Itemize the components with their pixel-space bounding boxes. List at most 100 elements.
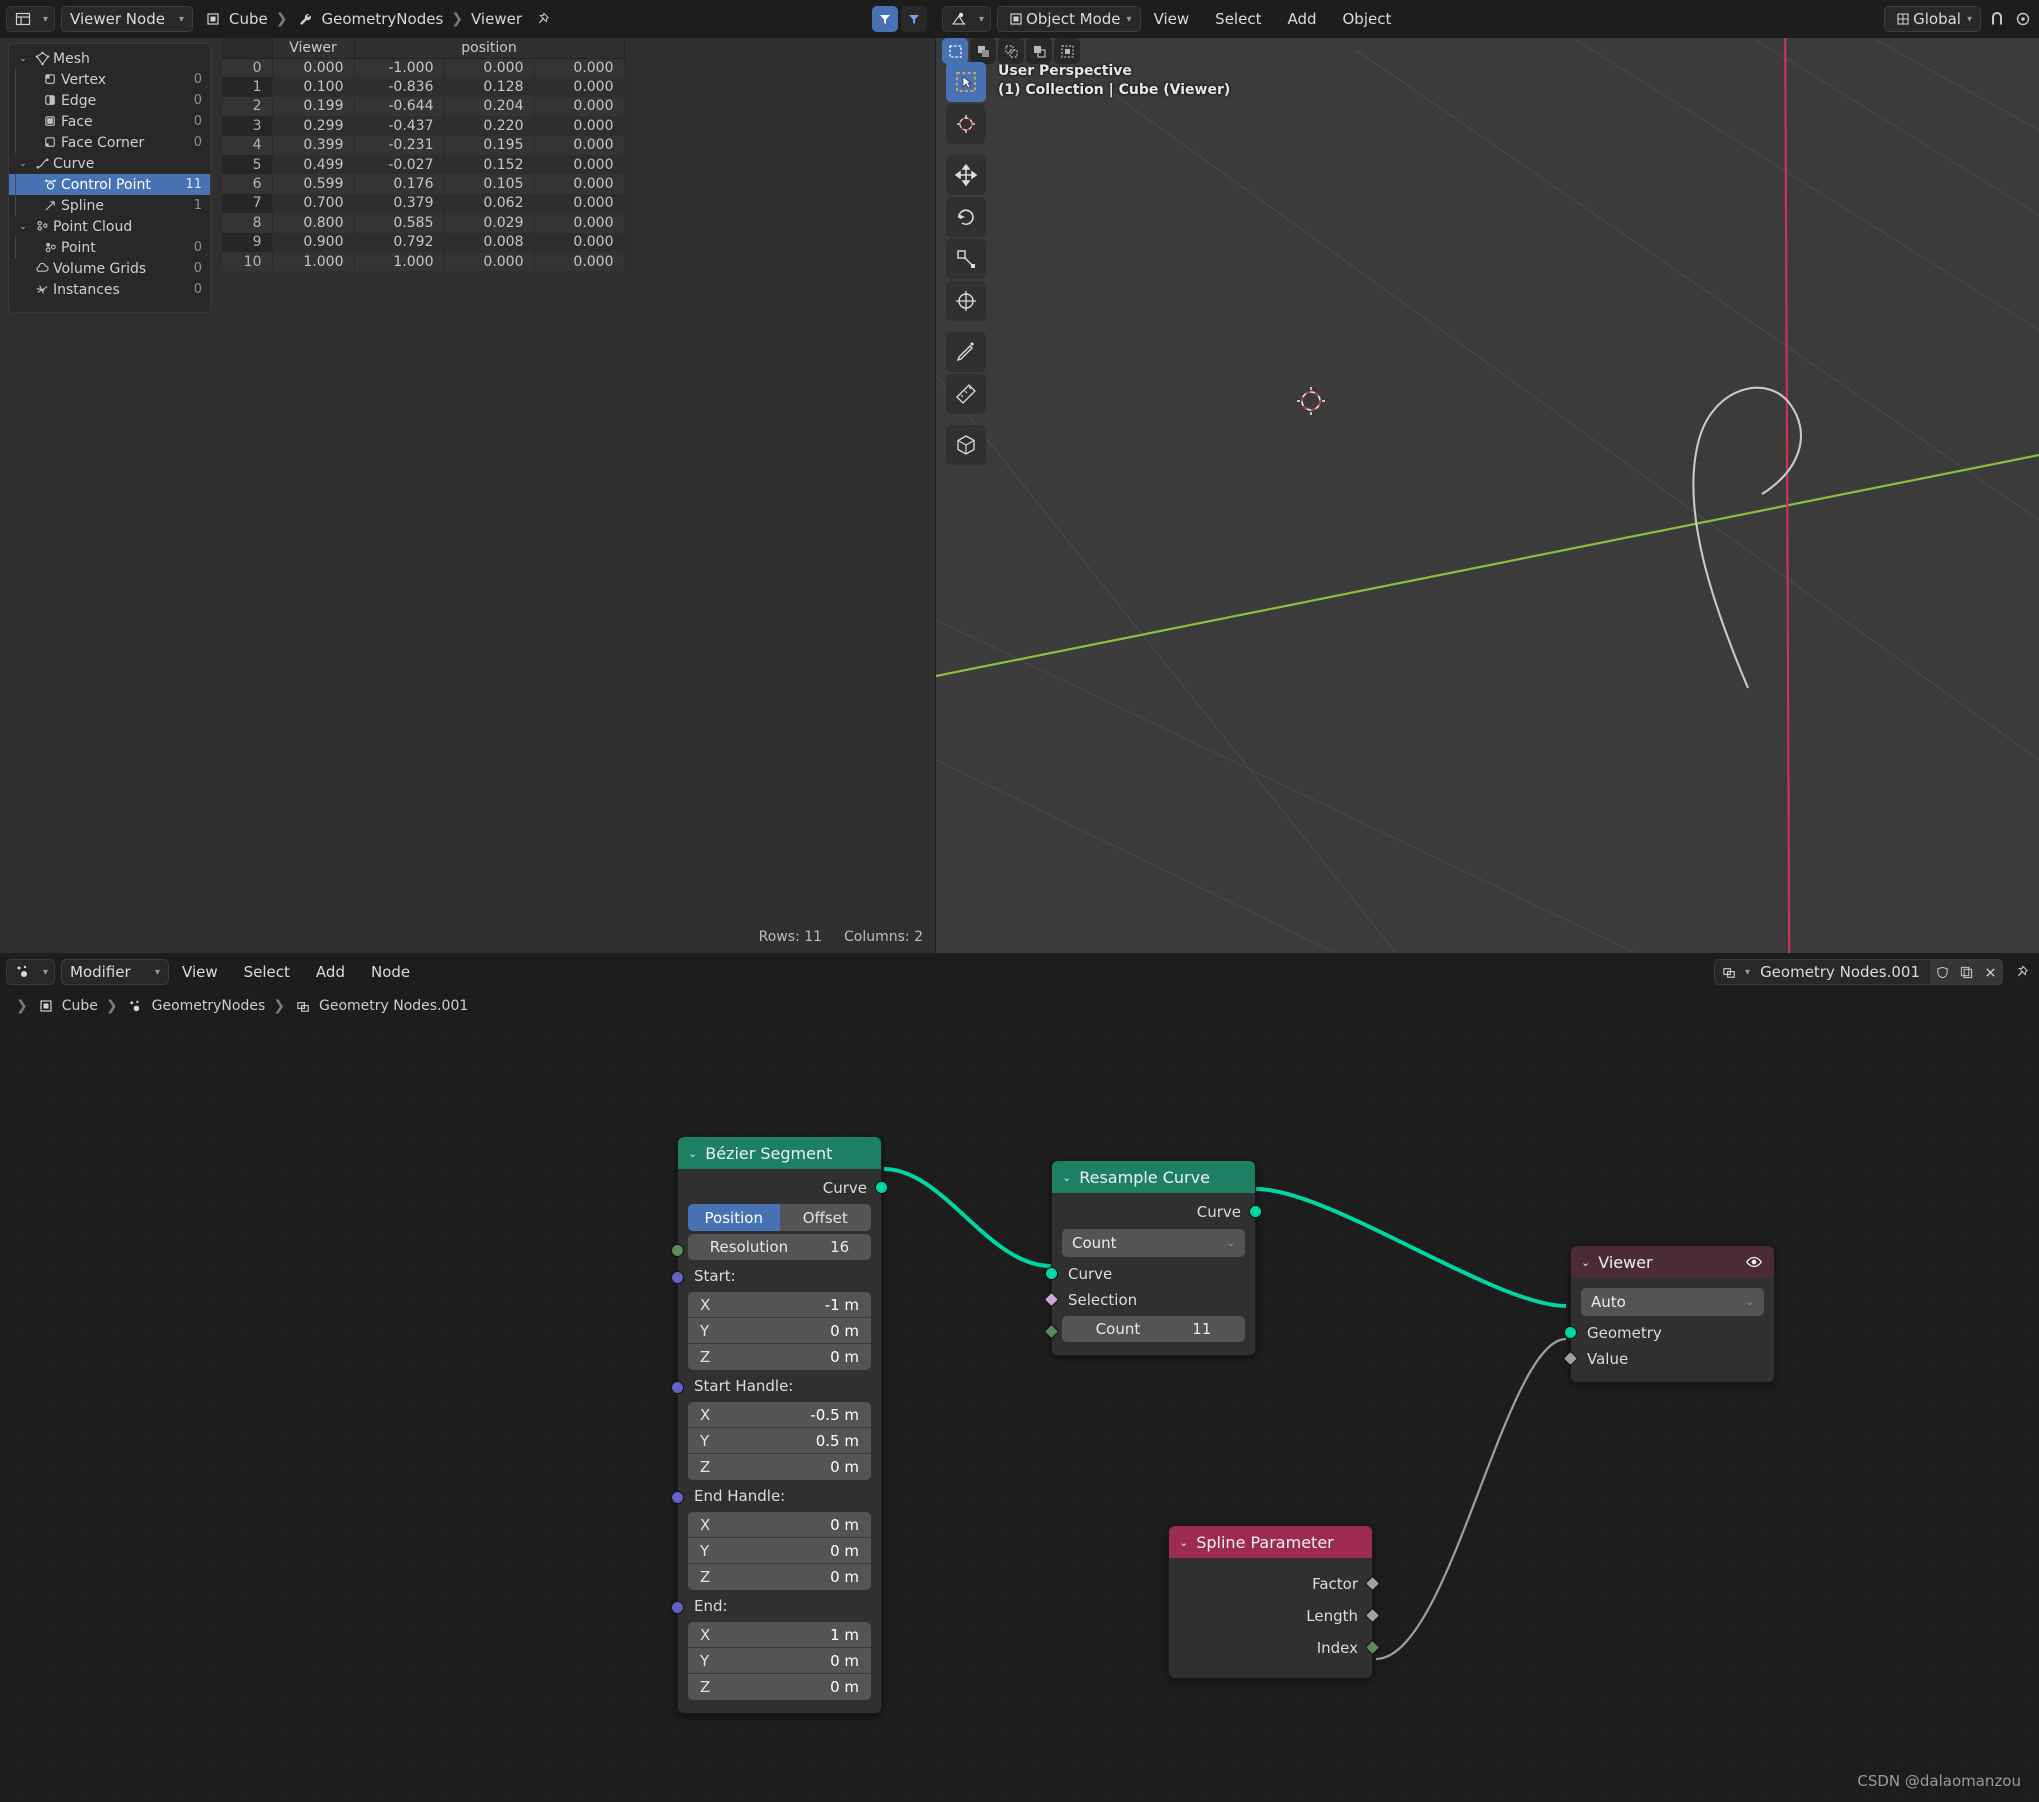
select-extend-icon[interactable] xyxy=(970,38,996,64)
filter-toggle-button[interactable] xyxy=(872,6,898,32)
socket-geometry-input[interactable] xyxy=(1564,1326,1577,1339)
eye-icon[interactable] xyxy=(1744,1252,1764,1272)
node-header-bezier-segment[interactable]: ⌄ Bézier Segment xyxy=(678,1137,881,1169)
select-set-icon[interactable] xyxy=(942,38,968,64)
annotate-tool[interactable] xyxy=(946,332,986,372)
field-start-handle-y[interactable]: Y 0.5 m xyxy=(688,1428,871,1454)
socket-count-input[interactable] xyxy=(1043,1323,1060,1340)
dataset-tree-item-mesh[interactable]: ⌄ Mesh xyxy=(9,48,210,69)
field-end-y[interactable]: Y 0 m xyxy=(688,1648,871,1674)
socket-length-output[interactable] xyxy=(1364,1607,1381,1624)
snap-magnet-icon[interactable] xyxy=(1987,9,2007,29)
table-row[interactable]: 3 0.299 -0.437 0.220 0.000 xyxy=(222,116,625,136)
table-row[interactable]: 4 0.399 -0.231 0.195 0.000 xyxy=(222,135,625,155)
dataset-tree-item-face[interactable]: Face 0 xyxy=(9,111,210,132)
mode-toggle-position-offset[interactable]: Position Offset xyxy=(688,1204,871,1231)
viewport-menu-object[interactable]: Object xyxy=(1330,0,1405,38)
node-header-spline-parameter[interactable]: ⌄ Spline Parameter xyxy=(1169,1526,1372,1558)
socket-row-selection[interactable]: Selection xyxy=(1043,1287,1255,1313)
node-editor-type-button[interactable]: ▾ xyxy=(6,959,56,985)
socket-row-length[interactable]: Length xyxy=(1169,1600,1381,1632)
field-end-handle-x[interactable]: X 0 m xyxy=(688,1512,871,1538)
viewport-menu-view[interactable]: View xyxy=(1141,0,1203,38)
field-start-handle-x[interactable]: X -0.5 m xyxy=(688,1402,871,1428)
table-row[interactable]: 8 0.800 0.585 0.029 0.000 xyxy=(222,213,625,233)
dataset-tree-item-face-corner[interactable]: Face Corner 0 xyxy=(9,132,210,153)
node-bezier-segment[interactable]: ⌄ Bézier Segment Curve Position Offset R… xyxy=(671,1136,888,1714)
socket-row-factor[interactable]: Factor xyxy=(1169,1568,1381,1600)
select-subtract-icon[interactable] xyxy=(998,38,1024,64)
table-row[interactable]: 1 0.100 -0.836 0.128 0.000 xyxy=(222,77,625,97)
pin-icon[interactable] xyxy=(2011,962,2031,982)
socket-curve-output[interactable] xyxy=(1249,1205,1262,1218)
field-end-handle-y[interactable]: Y 0 m xyxy=(688,1538,871,1564)
node-header-resample-curve[interactable]: ⌄ Resample Curve xyxy=(1052,1161,1255,1193)
table-row[interactable]: 9 0.900 0.792 0.008 0.000 xyxy=(222,232,625,252)
table-row[interactable]: 7 0.700 0.379 0.062 0.000 xyxy=(222,193,625,214)
dataset-tree-item-spline[interactable]: Spline 1 xyxy=(9,195,210,216)
header-position[interactable]: position xyxy=(354,38,625,59)
node-menu-node[interactable]: Node xyxy=(358,953,423,991)
tweak-tool[interactable] xyxy=(946,62,986,102)
chevron-down-icon[interactable]: ⌄ xyxy=(1062,1171,1071,1184)
breadcrumb-object-label[interactable]: Cube xyxy=(62,998,98,1014)
table-row[interactable]: 5 0.499 -0.027 0.152 0.000 xyxy=(222,154,625,175)
socket-selection-input[interactable] xyxy=(1043,1291,1060,1308)
breadcrumb-modifier-label[interactable]: GeometryNodes xyxy=(152,998,266,1014)
socket-row-index[interactable]: Index xyxy=(1169,1632,1381,1664)
interaction-mode-dropdown[interactable]: Object Mode ▾ xyxy=(997,6,1141,32)
node-header-viewer[interactable]: ⌄ Viewer xyxy=(1571,1246,1774,1278)
rotate-tool[interactable] xyxy=(946,197,986,237)
breadcrumb-node[interactable]: Viewer xyxy=(471,10,522,28)
socket-curve-output[interactable] xyxy=(875,1181,888,1194)
dataset-tree-item-edge[interactable]: Edge 0 xyxy=(9,90,210,111)
node-canvas[interactable]: ⌄ Bézier Segment Curve Position Offset R… xyxy=(0,1021,2039,1802)
socket-start[interactable] xyxy=(671,1271,684,1284)
node-menu-view[interactable]: View xyxy=(169,953,231,991)
scale-tool[interactable] xyxy=(946,239,986,279)
field-end-z[interactable]: Z 0 m xyxy=(688,1674,871,1700)
spreadsheet-editor-type-button[interactable]: ▾ xyxy=(6,6,56,32)
field-end-x[interactable]: X 1 m xyxy=(688,1622,871,1648)
select-intersect-icon[interactable] xyxy=(1054,38,1080,64)
socket-index-output[interactable] xyxy=(1364,1639,1381,1656)
move-tool[interactable] xyxy=(946,155,986,195)
fake-user-icon[interactable] xyxy=(1930,960,1954,984)
new-copy-icon[interactable] xyxy=(1954,960,1978,984)
chevron-down-icon[interactable]: ⌄ xyxy=(1581,1256,1590,1269)
toggle-position[interactable]: Position xyxy=(688,1204,780,1231)
socket-row-curve-out[interactable]: Curve xyxy=(678,1175,888,1201)
table-row[interactable]: 10 1.000 1.000 0.000 0.000 xyxy=(222,251,625,272)
transform-orientation-dropdown[interactable]: Global ▾ xyxy=(1884,6,1981,32)
socket-row-geometry[interactable]: Geometry xyxy=(1564,1320,1774,1346)
field-start-y[interactable]: Y 0 m xyxy=(688,1318,871,1344)
node-tree-type-dropdown[interactable]: Modifier ▾ xyxy=(61,959,170,985)
chevron-down-icon[interactable]: ⌄ xyxy=(688,1147,697,1160)
node-resample-curve[interactable]: ⌄ Resample Curve Curve Count ⌄ Curve Sel… xyxy=(1043,1160,1262,1356)
cursor-tool[interactable] xyxy=(946,104,986,144)
field-start-z[interactable]: Z 0 m xyxy=(688,1344,871,1370)
socket-row-value[interactable]: Value xyxy=(1562,1346,1774,1372)
dataset-tree-item-point-cloud[interactable]: ⌄ Point Cloud xyxy=(9,216,210,237)
socket-end-handle[interactable] xyxy=(671,1491,684,1504)
breadcrumb-modifier[interactable]: GeometryNodes xyxy=(296,9,443,29)
field-resolution[interactable]: Resolution 16 xyxy=(688,1234,871,1260)
dataset-tree-item-control-point[interactable]: Control Point 11 xyxy=(9,174,210,195)
socket-value-input[interactable] xyxy=(1562,1350,1579,1367)
node-tree-name-label[interactable]: Geometry Nodes.001 xyxy=(1750,963,1930,981)
spreadsheet-table-wrap[interactable]: Viewer position 0 0.000 -1.000 0.000 0.000 1 0… xyxy=(222,38,935,920)
viewport-editor-type-button[interactable]: ▾ xyxy=(942,6,992,32)
socket-row-curve-in[interactable]: Curve xyxy=(1045,1261,1255,1287)
disclosure-triangle-icon[interactable]: ⌄ xyxy=(15,159,31,169)
add-cube-tool[interactable] xyxy=(946,425,986,465)
chevron-down-icon[interactable]: ⌄ xyxy=(1179,1536,1188,1549)
node-menu-add[interactable]: Add xyxy=(303,953,358,991)
disclosure-triangle-icon[interactable]: ⌄ xyxy=(15,54,31,64)
domain-select-auto[interactable]: Auto ⌄ xyxy=(1581,1288,1764,1316)
breadcrumb-object[interactable]: Cube xyxy=(203,9,268,29)
socket-end[interactable] xyxy=(671,1601,684,1614)
field-start-handle-z[interactable]: Z 0 m xyxy=(688,1454,871,1480)
table-row[interactable]: 2 0.199 -0.644 0.204 0.000 xyxy=(222,96,625,117)
field-end-handle-z[interactable]: Z 0 m xyxy=(688,1564,871,1590)
toggle-offset[interactable]: Offset xyxy=(779,1204,871,1231)
